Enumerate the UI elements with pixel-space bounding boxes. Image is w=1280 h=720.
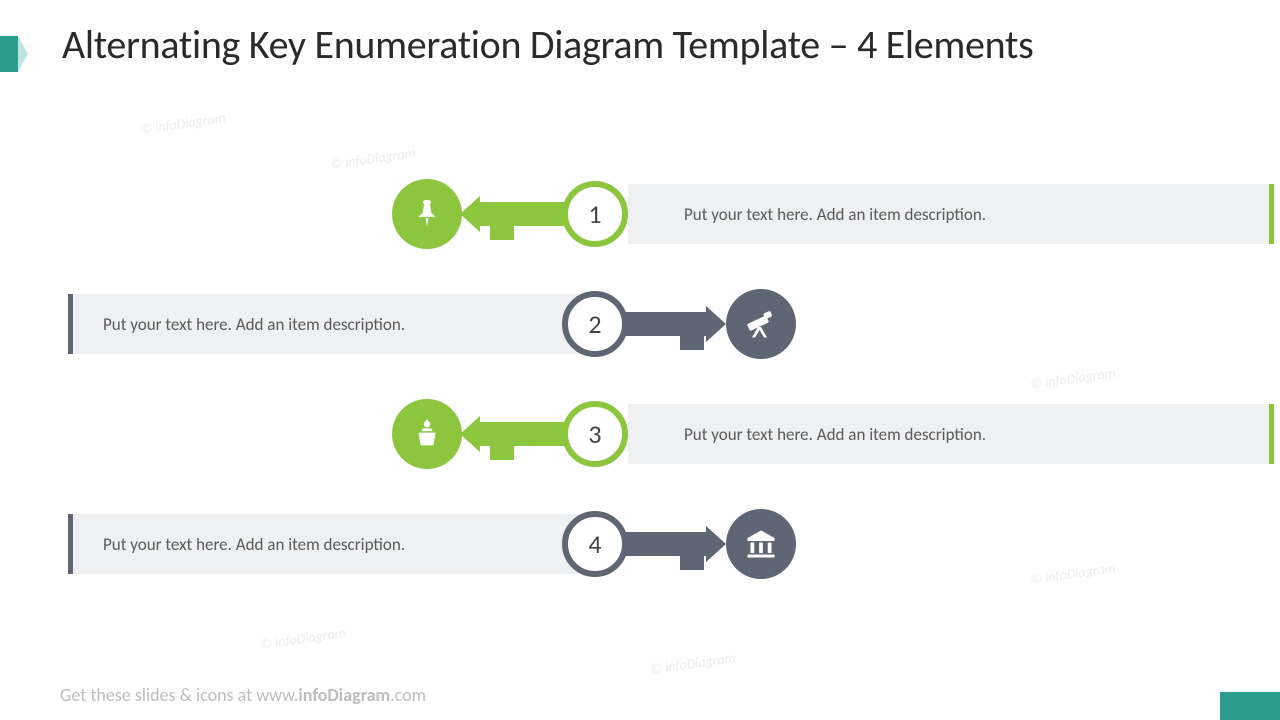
footer-brand: infoDiagram [298, 684, 390, 706]
watermark: © infoDiagram [1029, 364, 1116, 393]
key-teeth [680, 556, 704, 570]
watermark: © infoDiagram [139, 109, 226, 138]
bank-icon [726, 509, 796, 579]
key-tip [460, 196, 480, 232]
watermark: © infoDiagram [329, 144, 416, 173]
key-number-3: 3 [562, 401, 628, 467]
slide-title: Alternating Key Enumeration Diagram Temp… [62, 20, 1240, 69]
footer-post: .com [390, 684, 426, 706]
key-tip [706, 526, 726, 562]
title-accent [0, 36, 20, 72]
key-shaft [620, 532, 710, 556]
item-text-2: Put your text here. Add an item descript… [68, 294, 593, 354]
key-shaft [478, 422, 568, 446]
corner-accent [1220, 692, 1280, 720]
watermark: © infoDiagram [649, 649, 736, 678]
telescope-icon [726, 289, 796, 359]
key-tip [460, 416, 480, 452]
key-teeth [680, 336, 704, 350]
key-teeth [490, 446, 514, 460]
key-number-1: 1 [562, 181, 628, 247]
item-text-4: Put your text here. Add an item descript… [68, 514, 593, 574]
pushpin-icon [392, 179, 462, 249]
key-shaft [478, 202, 568, 226]
podium-icon [392, 399, 462, 469]
key-number-2: 2 [562, 291, 628, 357]
footer-pre: Get these slides & icons at www. [60, 684, 298, 706]
slide: { "title": "Alternating Key Enumeration … [0, 0, 1280, 720]
key-shaft [620, 312, 710, 336]
key-tip [706, 306, 726, 342]
key-number-4: 4 [562, 511, 628, 577]
watermark: © infoDiagram [259, 624, 346, 653]
item-text-3: Put your text here. Add an item descript… [628, 404, 1274, 464]
watermark: © infoDiagram [1029, 559, 1116, 588]
footer-credit: Get these slides & icons at www.infoDiag… [60, 684, 426, 706]
item-text-1: Put your text here. Add an item descript… [628, 184, 1274, 244]
key-teeth [490, 226, 514, 240]
